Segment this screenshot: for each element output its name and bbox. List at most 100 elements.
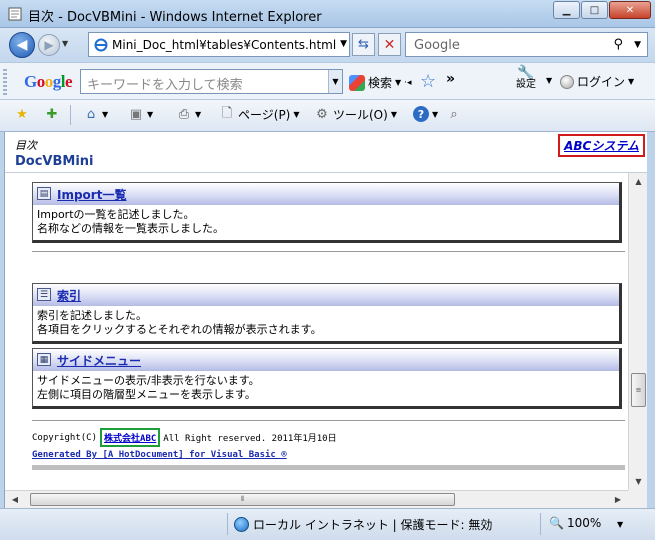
- feeds-button[interactable]: ▣ ▼: [128, 106, 153, 122]
- more-button[interactable]: »: [446, 71, 455, 87]
- section-header: ▦ サイドメニュー: [33, 349, 619, 371]
- generated-by-link[interactable]: Generated By [A HotDocument] for Visual …: [32, 450, 287, 460]
- back-arrow-icon: ◀: [16, 37, 28, 53]
- section-description: サイドメニューの表示/非表示を行ないます。 左側に項目の階層型メニューを表示しま…: [33, 371, 619, 406]
- content-scroll-area: ▤ Import一覧 Importの一覧を記述しました。 名称などの情報を一覧表…: [5, 173, 628, 490]
- favorites-button[interactable]: ★: [14, 106, 30, 122]
- google-search-input[interactable]: キーワードを入力して検索 ▼: [80, 69, 343, 94]
- vertical-scroll-thumb[interactable]: ≡: [631, 373, 646, 407]
- status-separator: [227, 513, 228, 535]
- settings-button[interactable]: 🔧 設定: [516, 66, 536, 91]
- stop-icon: ✕: [383, 36, 396, 53]
- horizontal-scrollbar[interactable]: ◀ ⦀ ▶: [5, 490, 628, 508]
- help-button[interactable]: ? ▼: [413, 106, 438, 122]
- page-icon: [8, 7, 22, 21]
- printer-icon: ⎙: [178, 106, 190, 122]
- scroll-up-icon[interactable]: ▲: [629, 173, 647, 190]
- maximize-button[interactable]: □: [581, 1, 608, 19]
- page-menu-icon: 🗋: [221, 105, 233, 121]
- maximize-icon: □: [589, 4, 600, 16]
- research-icon: ⌕: [450, 106, 458, 122]
- search-input[interactable]: Google ⚲ ▼: [405, 32, 648, 57]
- brand-link[interactable]: ABCシステム: [558, 134, 645, 157]
- gear-icon: ⚙: [316, 107, 328, 122]
- table-icon: ▤: [37, 187, 51, 200]
- login-icon: [560, 74, 574, 89]
- minimize-icon: ▁: [562, 4, 571, 16]
- home-icon: ⌂: [86, 106, 96, 122]
- refresh-button[interactable]: ⇆: [352, 33, 375, 56]
- horizontal-scroll-thumb[interactable]: ⦀: [30, 493, 455, 506]
- search-dropdown-icon[interactable]: ▼: [634, 40, 641, 50]
- add-favorite-icon: ✚: [46, 106, 58, 122]
- forward-button[interactable]: ▶: [38, 34, 60, 56]
- research-button[interactable]: ⌕: [446, 106, 462, 122]
- zoom-dropdown-icon[interactable]: ▼: [617, 520, 623, 529]
- close-button[interactable]: ✕: [609, 1, 651, 19]
- google-search-button[interactable]: 検索 ▼ ·◂: [349, 74, 412, 91]
- section-card-index: ☰ 索引 索引を記述しました。 各項目をクリックするとそれぞれの情報が表示されま…: [32, 283, 622, 344]
- search-placeholder: Google: [414, 38, 460, 53]
- copyright-suffix: All Right reserved. 2011年1月10日: [163, 434, 337, 444]
- window-title: 目次 - DocVBMini - Windows Internet Explor…: [28, 10, 322, 25]
- address-dropdown-icon[interactable]: ▼: [340, 39, 347, 49]
- settings-dropdown-icon[interactable]: ▼: [546, 76, 552, 85]
- login-button[interactable]: ログイン ▼: [560, 73, 634, 90]
- address-url[interactable]: Mini_Doc_html¥tables¥Contents.html: [112, 38, 336, 52]
- help-dropdown-icon: ▼: [432, 109, 439, 119]
- intranet-globe-icon: [234, 517, 249, 532]
- zoom-control[interactable]: 🔍 100%: [549, 516, 601, 530]
- company-link[interactable]: 株式会社ABC: [100, 428, 161, 447]
- page-menu-label: ページ(P): [238, 108, 291, 122]
- window-controls: ▁ □ ✕: [552, 1, 651, 19]
- toolbar-grip[interactable]: [3, 69, 7, 95]
- google-search-dropdown-icon: ▼: [395, 78, 402, 87]
- print-button[interactable]: ⎙ ▼: [176, 106, 201, 122]
- section-header: ☰ 索引: [33, 284, 619, 306]
- stop-button[interactable]: ✕: [378, 33, 401, 56]
- page-menu-dropdown-icon: ▼: [293, 110, 300, 119]
- security-zone[interactable]: ローカル イントラネット | 保護モード: 無効: [234, 516, 492, 533]
- help-icon: ?: [413, 106, 429, 122]
- add-favorites-button[interactable]: ✚: [44, 106, 60, 122]
- google-toolbar: Google キーワードを入力して検索 ▼ 検索 ▼ ·◂ ☆ » 🔧 設定 ▼…: [0, 62, 655, 100]
- tools-menu-button[interactable]: ⚙ ツール(O) ▼: [314, 106, 397, 123]
- section-link-index[interactable]: 索引: [57, 287, 81, 304]
- description-line: 名称などの情報を一覧表示しました。: [37, 222, 224, 235]
- address-bar[interactable]: Mini_Doc_html¥tables¥Contents.html ▼: [88, 32, 350, 57]
- footer-bar: [32, 465, 625, 470]
- title-bar: 目次 - DocVBMini - Windows Internet Explor…: [0, 0, 655, 28]
- scroll-down-icon[interactable]: ▼: [629, 473, 647, 490]
- favorites-star-icon: ★: [16, 106, 28, 122]
- security-zone-label: ローカル イントラネット | 保護モード: 無効: [253, 518, 493, 532]
- page-menu-button[interactable]: 🗋 ページ(P) ▼: [219, 106, 300, 123]
- command-bar: ★ ✚ ⌂ ▼ ▣ ▼ ⎙ ▼ 🗋 ページ(P) ▼ ⚙ ツール(O) ▼ ? ▼ ⌕: [0, 100, 655, 132]
- section-card-sidemenu: ▦ サイドメニュー サイドメニューの表示/非表示を行ないます。 左側に項目の階層…: [32, 348, 622, 409]
- section-divider: [32, 251, 625, 252]
- footer-divider: [32, 420, 625, 421]
- copyright-prefix: Copyright(C): [32, 432, 98, 443]
- forward-arrow-icon: ▶: [44, 38, 54, 52]
- scroll-left-icon[interactable]: ◀: [7, 491, 23, 508]
- description-line: サイドメニューの表示/非表示を行ないます。: [37, 374, 260, 387]
- home-button[interactable]: ⌂ ▼: [83, 106, 108, 122]
- section-link-sidemenu[interactable]: サイドメニュー: [57, 352, 141, 369]
- section-link-import[interactable]: Import一覧: [57, 186, 126, 203]
- search-icon[interactable]: ⚲: [613, 37, 623, 52]
- page-content: 目次 DocVBMini ABCシステム ▤ Import一覧 Importの一…: [4, 132, 647, 508]
- status-separator: [540, 513, 541, 535]
- tools-menu-dropdown-icon: ▼: [390, 110, 397, 119]
- login-label: ログイン: [577, 75, 626, 89]
- back-button[interactable]: ◀: [9, 32, 35, 58]
- google-search-dropdown-icon[interactable]: ▼: [328, 70, 342, 93]
- refresh-icon: ⇆: [358, 37, 369, 52]
- history-dropdown-icon[interactable]: ▼: [62, 39, 68, 48]
- feeds-dropdown-icon: ▼: [147, 109, 154, 119]
- description-line: 左側に項目の階層型メニューを表示します。: [37, 388, 256, 401]
- scroll-right-icon[interactable]: ▶: [610, 491, 626, 508]
- bookmark-star-icon[interactable]: ☆: [420, 71, 436, 92]
- minimize-button[interactable]: ▁: [553, 1, 580, 19]
- section-card-import: ▤ Import一覧 Importの一覧を記述しました。 名称などの情報を一覧表…: [32, 182, 622, 243]
- vertical-scrollbar[interactable]: ▲ ≡ ▼: [628, 173, 647, 490]
- scrollbar-corner: [628, 490, 647, 508]
